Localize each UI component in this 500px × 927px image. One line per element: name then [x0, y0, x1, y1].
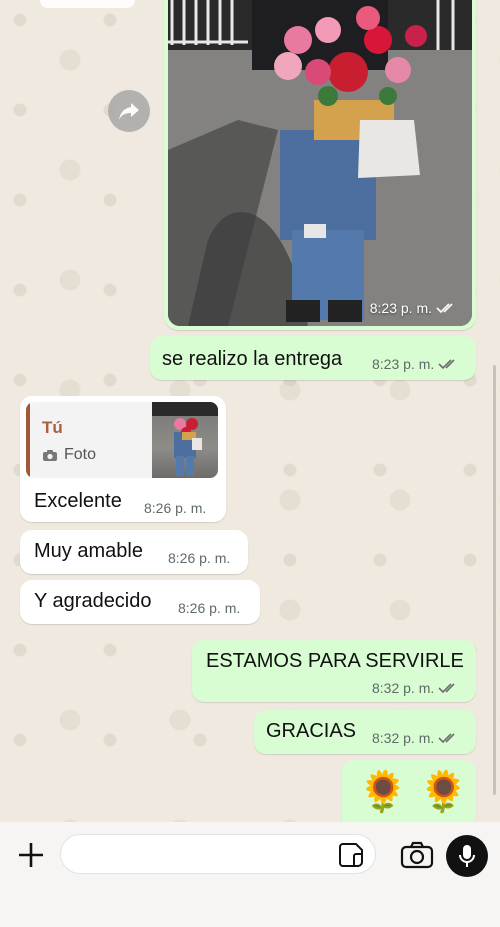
message-text: Y agradecido: [34, 590, 152, 612]
photo-message[interactable]: 8:23 p. m.: [164, 0, 476, 330]
camera-icon[interactable]: [400, 840, 434, 870]
delivery-photo[interactable]: 8:23 p. m.: [168, 0, 472, 326]
sunflower-emoji: 🌻 🌻: [358, 770, 469, 814]
photo-meta: 8:23 p. m.: [370, 300, 458, 316]
message-text: Excelente: [34, 490, 122, 512]
message-meta: 8:26 p. m.: [178, 600, 240, 616]
scrollbar[interactable]: [493, 365, 496, 795]
message-bubble-out[interactable]: se realizo la entrega 8:23 p. m.: [150, 336, 476, 380]
message-input[interactable]: [60, 834, 376, 874]
message-bubble-in[interactable]: Muy amable 8:26 p. m.: [20, 530, 248, 574]
microphone-button[interactable]: [446, 835, 488, 877]
thumbnail-image: [152, 402, 218, 476]
message-time: 8:26 p. m.: [144, 500, 207, 516]
message-bubble-in[interactable]: Y agradecido 8:26 p. m.: [20, 580, 260, 624]
quoted-message[interactable]: Tú Foto: [26, 402, 218, 478]
message-text: ESTAMOS PARA SERVIRLE: [206, 650, 464, 672]
composer-bar: [0, 822, 500, 927]
message-meta: 8:32 p. m.: [372, 680, 460, 696]
message-time: 8:26 p. m.: [168, 550, 231, 566]
photo-time: 8:23 p. m.: [369, 300, 432, 316]
double-check-icon: [438, 359, 455, 370]
message-text: Muy amable: [34, 540, 143, 562]
chat-area: 8:23 p. m. se realizo la entrega 8:23 p.…: [0, 0, 500, 822]
plus-icon[interactable]: [14, 838, 48, 872]
message-bubble-out[interactable]: GRACIAS 8:32 p. m.: [254, 710, 476, 754]
reply-message-bubble[interactable]: Tú Foto Excelente 8:26 p. m.: [20, 396, 226, 522]
double-check-icon: [438, 683, 455, 694]
quoted-author: Tú: [42, 418, 63, 437]
message-bubble-out[interactable]: ESTAMOS PARA SERVIRLE 8:32 p. m.: [192, 640, 476, 702]
photo-image: [168, 0, 472, 326]
message-text: se realizo la entrega: [162, 348, 343, 370]
sticker-icon[interactable]: [338, 842, 364, 868]
message-time: 8:32 p. m.: [372, 730, 435, 746]
quote-accent-bar: [26, 402, 30, 478]
forward-button[interactable]: [108, 90, 150, 132]
message-meta: 8:23 p. m.: [372, 356, 460, 372]
quoted-photo-thumbnail: [152, 402, 218, 478]
message-meta: 8:26 p. m.: [168, 550, 230, 566]
message-meta: 8:26 p. m.: [144, 500, 206, 516]
forward-arrow-icon: [119, 103, 139, 120]
double-check-icon: [438, 733, 455, 744]
message-text: GRACIAS: [266, 720, 357, 742]
camera-small-icon: [43, 449, 57, 461]
message-time: 8:32 p. m.: [372, 680, 435, 696]
previous-bubble-edge: [40, 0, 135, 8]
message-meta: 8:32 p. m.: [372, 730, 460, 746]
message-time: 8:23 p. m.: [372, 356, 435, 372]
double-check-icon: [436, 303, 453, 314]
quoted-type: Foto: [42, 446, 96, 464]
message-time: 8:26 p. m.: [178, 600, 241, 616]
quoted-type-label: Foto: [64, 446, 97, 463]
emoji-message-bubble[interactable]: 🌻 🌻: [342, 760, 476, 822]
microphone-icon: [459, 845, 475, 867]
